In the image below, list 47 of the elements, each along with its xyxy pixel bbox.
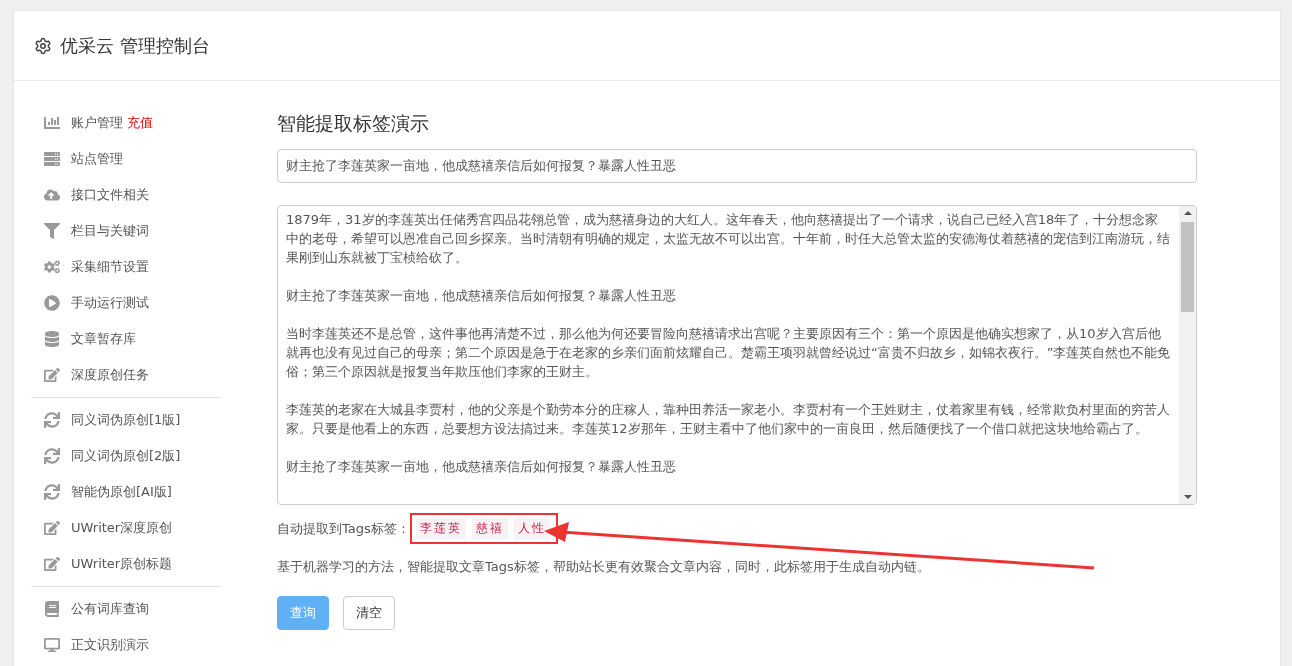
sidebar-item[interactable]: 账户管理 充值 bbox=[31, 105, 221, 141]
book-icon bbox=[43, 601, 61, 617]
refresh-icon bbox=[43, 484, 61, 500]
cloud-upload-icon bbox=[43, 187, 61, 203]
sidebar-item[interactable]: UWriter深度原创 bbox=[31, 510, 221, 546]
database-icon bbox=[43, 331, 61, 347]
bar-chart-icon bbox=[43, 115, 61, 131]
sidebar-item[interactable]: 同义词伪原创[1版] bbox=[31, 402, 221, 438]
content-paragraph: 当时李莲英还不是总管，这件事他再清楚不过，那么他为何还要冒险向慈禧请求出宫呢？主要原因有三个：第一个原因是他确实想家了，从10岁入宫后他就再也没有见过自己的母亲；第二个原因是急于在老家的乡亲们面前炫耀自己。楚霸王项羽就曾经说过“富贵不归故乡，如锦衣夜行。”李莲英自然也不能免俗；第三个原因就是报复当年欺压他们李家的王财主。 bbox=[286, 325, 1171, 381]
sidebar-item[interactable]: 接口文件相关 bbox=[31, 177, 221, 213]
sidebar-item[interactable]: 手动运行测试 bbox=[31, 285, 221, 321]
filter-icon bbox=[43, 223, 61, 239]
content-paragraph: 财主抢了李莲英家一亩地，他成慈禧亲信后如何报复？暴露人性丑恶 bbox=[286, 287, 677, 305]
sidebar-item[interactable]: 正文识别演示 bbox=[31, 627, 221, 663]
content-text-area[interactable] bbox=[277, 205, 1197, 505]
tag: 李莲英 bbox=[415, 518, 466, 539]
sidebar-item[interactable]: 文章暂存库 bbox=[31, 321, 221, 357]
edit-icon bbox=[43, 520, 61, 536]
sidebar-item[interactable]: 同义词伪原创[2版] bbox=[31, 438, 221, 474]
sidebar-item[interactable]: 站点管理 bbox=[31, 141, 221, 177]
clear-button[interactable]: 清空 bbox=[343, 596, 395, 630]
content-paragraph: 财主抢了李莲英家一亩地，他成慈禧亲信后如何报复？暴露人性丑恶 bbox=[286, 458, 677, 476]
scrollbar[interactable] bbox=[1179, 206, 1196, 504]
description-text: 基于机器学习的方法，智能提取文章Tags标签，帮助站长更有效聚合文章内容，同时，此标签用于生成自动内链。 bbox=[277, 558, 931, 576]
sidebar-item[interactable]: 采集细节设置 bbox=[31, 249, 221, 285]
server-icon bbox=[43, 151, 61, 167]
sidebar-item[interactable]: 深度原创任务 bbox=[31, 357, 221, 393]
sidebar-item[interactable]: 公有词库查询 bbox=[31, 591, 221, 627]
tags-label: 自动提取到Tags标签： bbox=[277, 519, 410, 538]
settings-icon bbox=[34, 36, 52, 55]
title-input-field[interactable]: 财主抢了李莲英家一亩地，他成慈禧亲信后如何报复？暴露人性丑恶 bbox=[277, 149, 1197, 183]
console-title: 优采云 管理控制台 bbox=[60, 33, 210, 58]
page-title: 智能提取标签演示 bbox=[277, 111, 430, 136]
refresh-icon bbox=[43, 412, 61, 428]
sidebar-item[interactable]: 智能伪原创[AI版] bbox=[31, 474, 221, 510]
tag: 慈禧 bbox=[471, 518, 508, 539]
gears-icon bbox=[43, 259, 61, 275]
sidebar-item[interactable]: UWriter原创标题 bbox=[31, 546, 221, 582]
edit-icon bbox=[43, 556, 61, 572]
play-icon bbox=[43, 295, 61, 311]
tag: 人性 bbox=[513, 518, 550, 539]
sidebar-item[interactable]: 栏目与关键词 bbox=[31, 213, 221, 249]
content-paragraph: 1879年，31岁的李莲英出任储秀宫四品花翎总管，成为慈禧身边的大红人。这年春天，他向慈禧提出了一个请求，说自己已经入宫18年了，十分想念家中的老母，希望可以恩准自己回乡探亲。当时清朝有明确的规定，太监无故不可以出宫。十年前，时任大总管太监的安德海仗着慈禧的宠信到江南游玩，结果刚到山东就被丁宝桢给砍了。 bbox=[286, 211, 1171, 267]
edit-icon bbox=[43, 367, 61, 383]
monitor-icon bbox=[43, 637, 61, 653]
refresh-icon bbox=[43, 448, 61, 464]
content-paragraph: 李莲英的老家在大城县李贾村，他的父亲是个勤劳本分的庄稼人，靠种田养活一家老小。李贾村有一个王姓财主，仗着家里有钱，经常欺负村里面的穷苦人家。只要是他看上的东西，总要想方设法搞过来。李莲英12岁那年，王财主看中了他们家中的一亩良田，然后随便找了一个借口就把这块地给霸占了。 bbox=[286, 401, 1171, 438]
